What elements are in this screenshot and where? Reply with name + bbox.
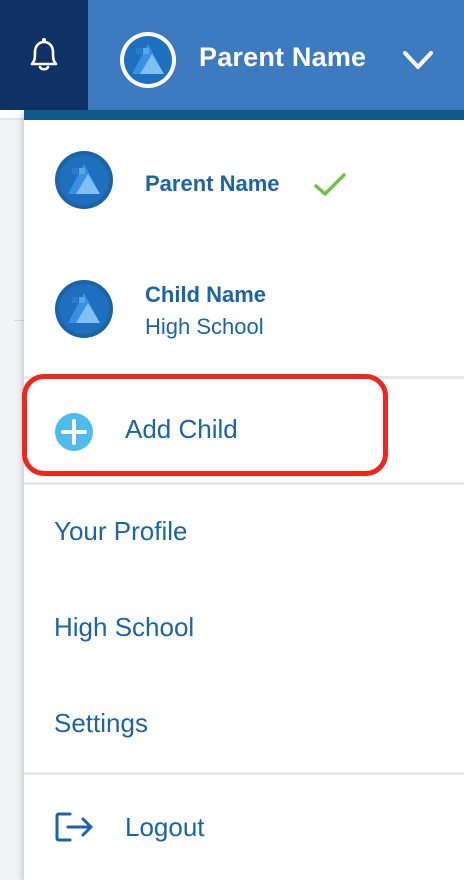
account-subtitle: High School — [145, 314, 264, 339]
page-divider — [0, 118, 24, 120]
account-option-child[interactable]: Child Name High School — [24, 265, 464, 365]
avatar — [120, 32, 176, 88]
menu-item-high-school[interactable]: High School — [24, 581, 464, 671]
account-dropdown: Parent Name Child Name High School Add C… — [24, 110, 464, 880]
menu-item-settings[interactable]: Settings — [24, 677, 464, 767]
add-child-button[interactable]: Add Child — [24, 378, 464, 482]
logout-icon — [55, 812, 93, 842]
checkmark-icon — [314, 173, 346, 196]
logout-label: Logout — [125, 812, 205, 842]
account-name: Parent Name — [199, 42, 367, 72]
account-name: Parent Name — [145, 171, 280, 196]
menu-item-label: Settings — [54, 708, 148, 738]
add-child-label: Add Child — [125, 414, 238, 444]
account-option-parent[interactable]: Parent Name — [24, 145, 464, 245]
account-name: Child Name — [145, 282, 267, 307]
avatar — [55, 280, 113, 338]
plus-circle-icon — [55, 413, 93, 451]
dropdown-accent-bar — [24, 110, 464, 120]
avatar — [55, 151, 113, 209]
page-divider — [14, 320, 24, 321]
menu-item-label: High School — [54, 612, 195, 642]
bell-icon — [30, 38, 58, 71]
chevron-down-icon — [403, 51, 433, 69]
account-switcher-button[interactable]: Parent Name — [88, 0, 464, 110]
menu-item-label: Your Profile — [54, 516, 188, 546]
menu-item-your-profile[interactable]: Your Profile — [24, 485, 464, 575]
top-bar: Parent Name — [0, 0, 464, 110]
notifications-button[interactable] — [0, 0, 88, 110]
page-background — [0, 118, 24, 880]
